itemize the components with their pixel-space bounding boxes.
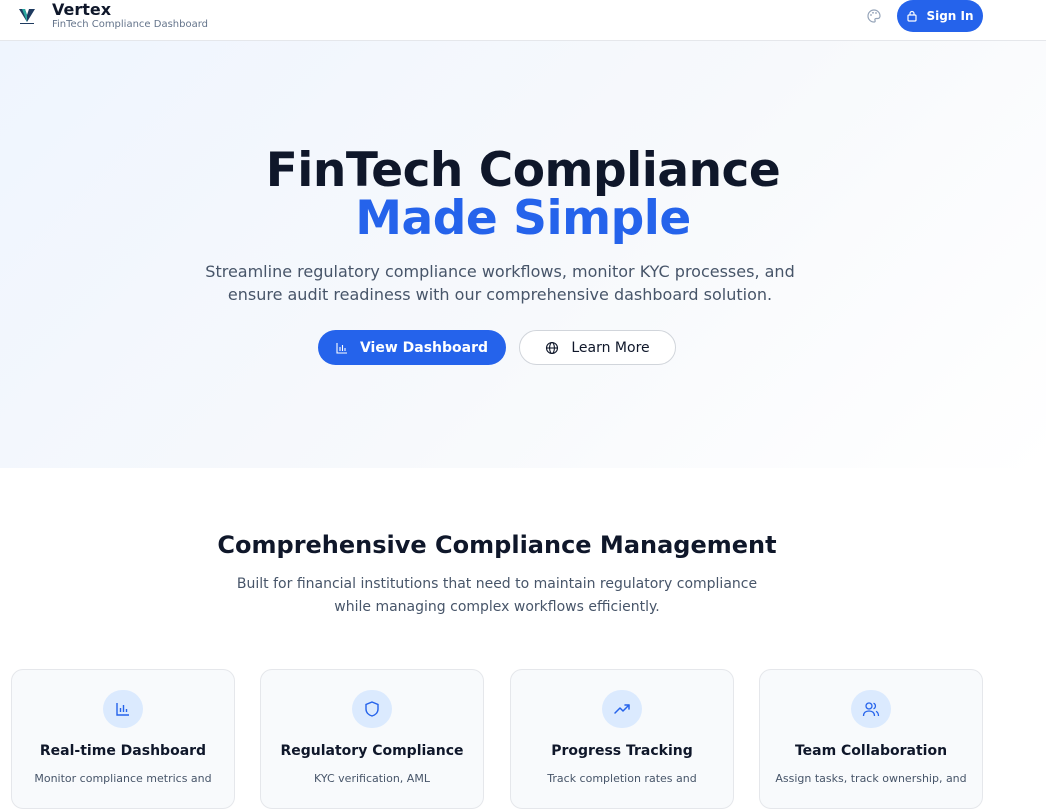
- view-dashboard-button[interactable]: View Dashboard: [318, 330, 506, 365]
- hero-description: Streamline regulatory compliance workflo…: [205, 262, 795, 304]
- features-title: Comprehensive Compliance Management: [217, 531, 777, 559]
- view-dashboard-label: View Dashboard: [359, 339, 489, 356]
- hero-title-highlight: Made Simple: [355, 191, 691, 246]
- hero-section: FinTech Compliance Made Simple Streamlin…: [0, 41, 1046, 468]
- palette-icon[interactable]: [866, 8, 882, 24]
- feature-card-progress[interactable]: Progress Tracking Track completion rates…: [510, 669, 734, 809]
- features-description: Built for financial institutions that ne…: [236, 576, 758, 615]
- bar-chart-icon: [103, 690, 143, 728]
- brand-subtitle: FinTech Compliance Dashboard: [52, 19, 209, 30]
- feature-card-dashboard[interactable]: Real-time Dashboard Monitor compliance m…: [11, 669, 235, 809]
- users-icon: [851, 690, 891, 728]
- globe-icon: [546, 341, 559, 354]
- feature-card-title: Team Collaboration: [794, 743, 948, 759]
- feature-card-collaboration[interactable]: Team Collaboration Assign tasks, track o…: [759, 669, 983, 809]
- feature-card-title: Progress Tracking: [551, 743, 693, 759]
- top-header: Vertex FinTech Compliance Dashboard Sign…: [0, 0, 1046, 41]
- trending-up-icon: [602, 690, 642, 728]
- feature-card-description: Assign tasks, track ownership, and: [775, 772, 967, 785]
- sign-in-button[interactable]: Sign In: [897, 0, 983, 32]
- shield-icon: [352, 690, 392, 728]
- feature-card-title: Regulatory Compliance: [280, 743, 464, 759]
- lock-icon: [907, 10, 918, 22]
- learn-more-button[interactable]: Learn More: [519, 330, 676, 365]
- vertex-logo[interactable]: [17, 6, 37, 26]
- feature-card-description: Track completion rates and: [547, 772, 697, 785]
- feature-card-compliance[interactable]: Regulatory Compliance KYC verification, …: [260, 669, 484, 809]
- brand-name[interactable]: Vertex: [52, 0, 111, 19]
- feature-card-description: KYC verification, AML: [314, 772, 430, 785]
- bar-chart-icon: [336, 342, 347, 354]
- feature-card-description: Monitor compliance metrics and: [34, 772, 212, 785]
- feature-card-title: Real-time Dashboard: [39, 743, 207, 759]
- learn-more-label: Learn More: [571, 339, 650, 356]
- hero-title: FinTech Compliance: [265, 143, 781, 198]
- sign-in-label: Sign In: [926, 9, 974, 23]
